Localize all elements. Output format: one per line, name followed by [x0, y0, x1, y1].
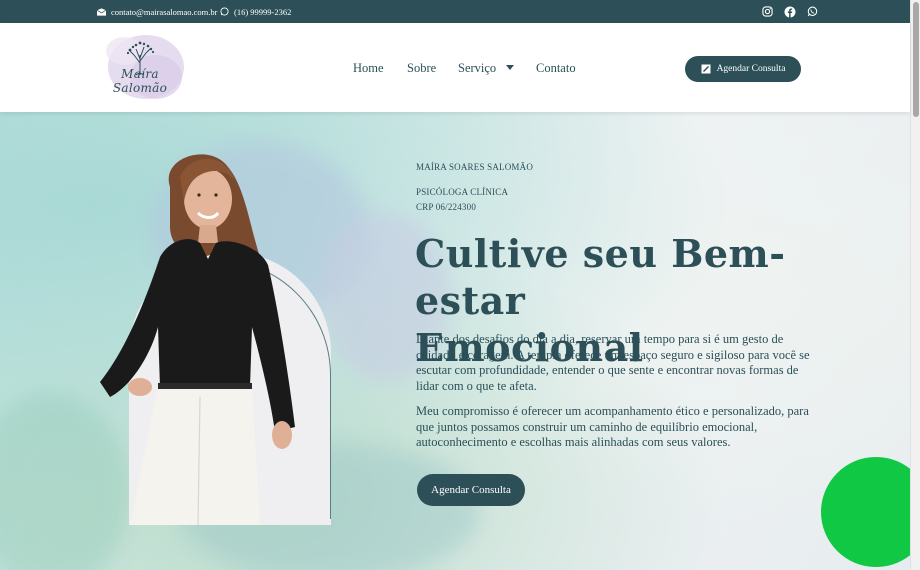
- schedule-button-header-label: Agendar Consulta: [716, 64, 786, 74]
- scrollbar-thumb[interactable]: [913, 2, 919, 117]
- envelope-icon: [97, 7, 106, 16]
- nav-contato[interactable]: Contato: [536, 61, 576, 76]
- email-text: contato@mairasalomao.com.br: [111, 6, 218, 17]
- instagram-icon[interactable]: [762, 6, 773, 17]
- hero-section: MAÍRA SOARES SALOMÃO PSICÓLOGA CLÍNICA C…: [0, 112, 910, 570]
- whatsapp-small-icon: [220, 7, 229, 16]
- phone-contact[interactable]: (16) 99999-2362: [220, 0, 291, 23]
- logo[interactable]: Maíra Salomão: [94, 31, 186, 107]
- whatsapp-float-button[interactable]: [821, 457, 910, 567]
- logo-text: Maíra Salomão: [112, 67, 168, 95]
- schedule-button-header[interactable]: Agendar Consulta: [685, 56, 801, 82]
- site-header: Maíra Salomão Home Sobre Serviço Contato…: [0, 23, 910, 112]
- nav-home[interactable]: Home: [353, 61, 384, 76]
- page-scrollbar[interactable]: [910, 0, 920, 570]
- nav-servico-label: Serviço: [458, 61, 497, 75]
- nav-sobre[interactable]: Sobre: [407, 61, 436, 76]
- schedule-button-hero[interactable]: Agendar Consulta: [417, 474, 525, 506]
- whatsapp-icon[interactable]: [807, 6, 818, 17]
- crp-number: CRP 06/224300: [416, 202, 477, 212]
- social-links: [762, 0, 818, 23]
- chevron-down-icon: [506, 65, 515, 70]
- email-contact[interactable]: contato@mairasalomao.com.br: [97, 0, 218, 23]
- top-bar: contato@mairasalomao.com.br (16) 99999-2…: [0, 0, 910, 23]
- phone-text: (16) 99999-2362: [234, 6, 292, 17]
- therapist-name: MAÍRA SOARES SALOMÃO: [416, 162, 534, 172]
- nav-servico[interactable]: Serviço: [458, 61, 515, 76]
- portrait-photo: [100, 154, 295, 525]
- hero-paragraph-2: Meu compromisso é oferecer um acompanham…: [416, 404, 809, 450]
- therapist-role: PSICÓLOGA CLÍNICA: [416, 187, 509, 197]
- edit-icon: [701, 64, 711, 74]
- hero-paragraph-1: Diante dos desafios do dia a dia, reserv…: [416, 332, 810, 394]
- headline-line-1: Cultive seu Bem-estar: [415, 231, 786, 323]
- facebook-icon[interactable]: [784, 6, 796, 18]
